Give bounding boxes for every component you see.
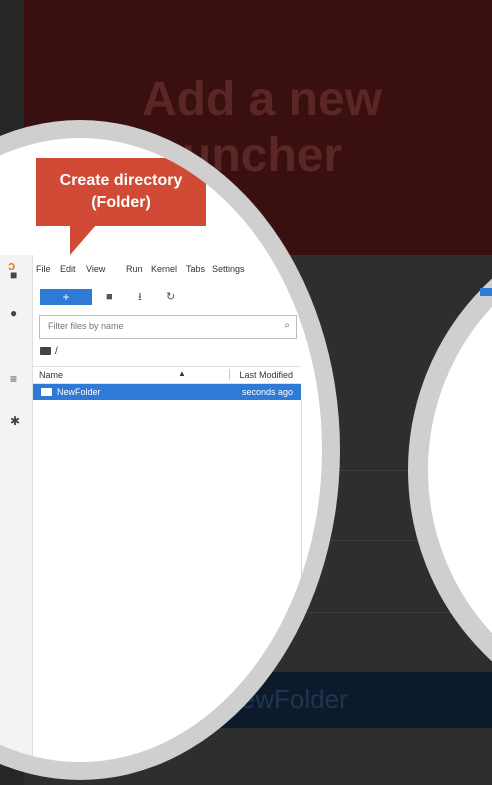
file-list-empty-area[interactable] (33, 400, 302, 762)
breadcrumb-root[interactable]: / (55, 346, 58, 357)
column-name[interactable]: Name (39, 370, 63, 380)
commands-icon[interactable]: ≡ (10, 373, 22, 385)
menu-kernel[interactable]: Kernel (151, 264, 177, 274)
file-name: NewFolder (57, 387, 101, 397)
search-icon: ⌕ (284, 320, 290, 331)
menu-run[interactable]: Run (126, 264, 143, 274)
extensions-icon[interactable]: ✱ (10, 415, 22, 427)
file-browser: ■ ● ≡ ✱ ↄ File Edit View Run Kernel Tabs… (0, 138, 322, 762)
refresh-icon[interactable]: ↻ (166, 291, 175, 303)
breadcrumb[interactable]: / (40, 346, 58, 357)
callout-line-1: Create directory (59, 172, 183, 189)
jupyter-logo-icon: ↄ (8, 258, 16, 273)
upload-icon[interactable]: ⭳ (138, 291, 142, 303)
main-magnifier-inner: ■ ● ≡ ✱ ↄ File Edit View Run Kernel Tabs… (0, 138, 322, 762)
table-row[interactable]: NewFolder seconds ago (33, 384, 301, 400)
folder-icon (41, 388, 52, 396)
column-last-modified[interactable]: Last Modified (239, 370, 293, 380)
callout-pointer (70, 225, 96, 255)
sort-ascending-icon[interactable]: ▲ (178, 369, 186, 378)
menu-edit[interactable]: Edit (60, 264, 76, 274)
screen: Add a new launcher NewFolder ■ ● ≡ ✱ ↄ F… (0, 0, 492, 785)
main-magnifier: ■ ● ≡ ✱ ↄ File Edit View Run Kernel Tabs… (0, 120, 340, 780)
menu-tabs[interactable]: Tabs (186, 264, 205, 274)
callout-line-2: (Folder) (91, 194, 151, 211)
root-folder-icon (40, 347, 51, 356)
file-list-header: Name ▲ Last Modified (33, 366, 301, 384)
right-magnifier-accent (480, 288, 492, 296)
menu-settings[interactable]: Settings (212, 264, 245, 274)
new-launcher-button[interactable]: + (40, 289, 92, 305)
running-icon[interactable]: ● (10, 307, 22, 319)
filter-box: ⌕ (39, 315, 297, 339)
menu-bar: File Edit View Run Kernel Tabs Settings (32, 258, 302, 278)
left-sidebar: ■ ● ≡ ✱ (0, 255, 33, 762)
menu-view[interactable]: View (86, 264, 105, 274)
menu-file[interactable]: File (36, 264, 51, 274)
new-folder-icon[interactable]: ■ (106, 291, 113, 303)
create-directory-callout: Create directory (Folder) (36, 158, 206, 226)
file-modified: seconds ago (241, 387, 293, 397)
filter-input[interactable] (46, 320, 270, 332)
column-divider (229, 369, 230, 380)
